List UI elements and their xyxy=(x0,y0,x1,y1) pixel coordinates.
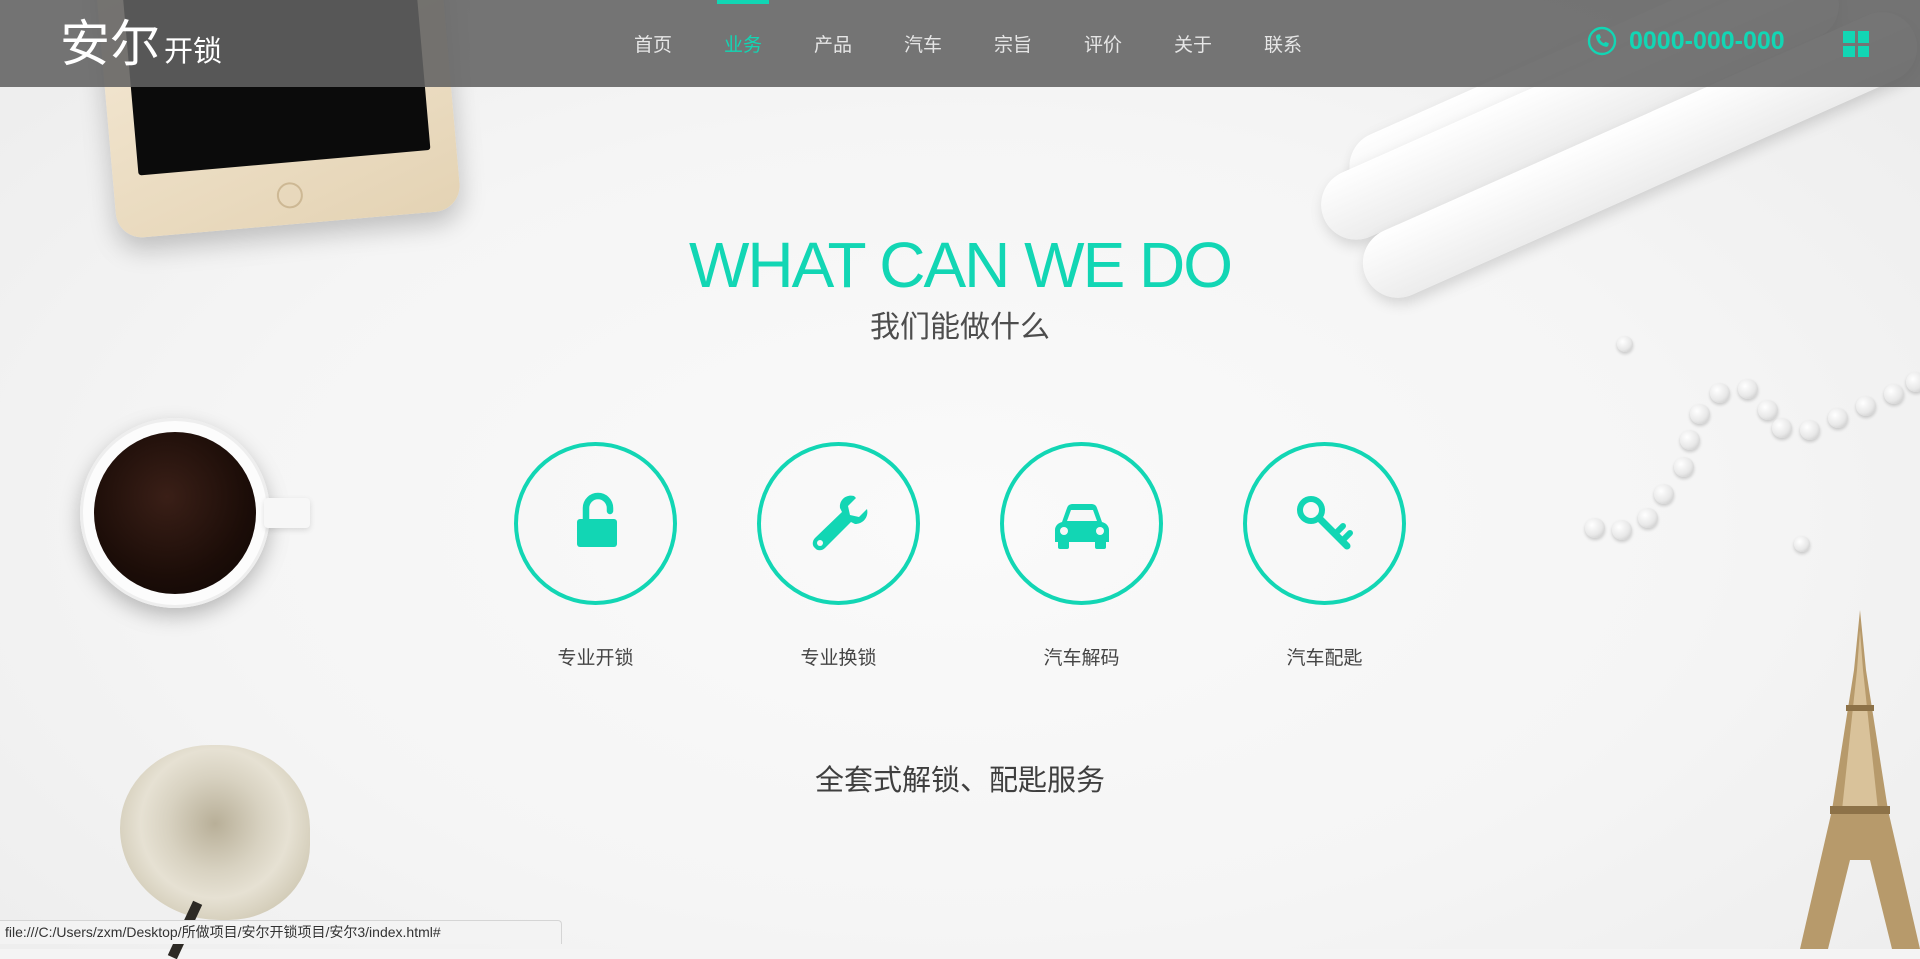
nav-item-label: 业务 xyxy=(723,34,762,56)
nav-item-products[interactable]: 产品 xyxy=(788,0,878,87)
service-icon-circle xyxy=(1000,442,1163,605)
nav-item-label: 首页 xyxy=(633,34,672,56)
services-tagline: 全套式解锁、配匙服务 xyxy=(814,763,1105,797)
nav-item-label: 产品 xyxy=(813,34,852,56)
nav-item-label: 汽车 xyxy=(903,34,942,56)
logo-brand-text: 安尔 xyxy=(60,15,160,73)
service-replace-lock[interactable]: 专业换锁 xyxy=(757,442,920,670)
nav-item-label: 联系 xyxy=(1263,34,1302,56)
pearl-decoration xyxy=(1906,372,1920,392)
nav-item-label: 宗旨 xyxy=(993,34,1032,56)
pearl-decoration xyxy=(1710,383,1730,403)
pearl-decoration xyxy=(1738,379,1758,399)
active-nav-indicator xyxy=(717,0,769,4)
service-icon-circle xyxy=(757,442,920,605)
grid-menu-icon[interactable] xyxy=(1843,31,1869,57)
service-label: 专业换锁 xyxy=(800,647,877,669)
service-label: 专业开锁 xyxy=(557,647,634,669)
pearl-decoration xyxy=(1828,408,1848,428)
phone-icon xyxy=(1587,26,1617,56)
section-title-cn: 我们能做什么 xyxy=(870,310,1050,345)
service-icon-circle xyxy=(1243,442,1406,605)
nav-item-reviews[interactable]: 评价 xyxy=(1058,0,1148,87)
pearl-decoration xyxy=(1884,384,1904,404)
service-icon-circle xyxy=(514,442,677,605)
unlock-icon xyxy=(576,492,617,547)
pearl-decoration xyxy=(1800,420,1820,440)
nav-item-about[interactable]: 关于 xyxy=(1148,0,1238,87)
site-logo[interactable]: 安尔 开锁 xyxy=(60,18,222,70)
pearl-decoration xyxy=(1690,404,1710,424)
service-car-decode[interactable]: 汽车解码 xyxy=(1000,442,1163,670)
logo-sub-text: 开锁 xyxy=(164,34,223,68)
key-icon xyxy=(1296,495,1353,549)
phone-number: 0000-000-000 xyxy=(1629,26,1785,55)
contact-phone[interactable]: 0000-000-000 xyxy=(1587,26,1785,56)
site-header: 安尔 开锁 首页 业务 产品 汽车 宗旨 评价 关于 联系 0000-000-0… xyxy=(0,0,1920,87)
car-icon xyxy=(1054,503,1109,549)
nav-item-mission[interactable]: 宗旨 xyxy=(968,0,1058,87)
nav-item-label: 关于 xyxy=(1173,34,1212,56)
pearl-decoration xyxy=(1772,418,1792,438)
services-list: 专业开锁 专业换锁 汽车解码 汽车配匙 xyxy=(0,442,1920,670)
nav-item-business[interactable]: 业务 xyxy=(698,0,788,87)
service-unlock[interactable]: 专业开锁 xyxy=(514,442,677,670)
main-nav: 首页 业务 产品 汽车 宗旨 评价 关于 联系 xyxy=(608,0,1328,87)
service-label: 汽车配匙 xyxy=(1286,647,1363,669)
wrench-icon xyxy=(812,495,867,550)
service-car-key[interactable]: 汽车配匙 xyxy=(1243,442,1406,670)
pearl-decoration xyxy=(1758,400,1778,420)
service-label: 汽车解码 xyxy=(1043,647,1120,669)
section-title-en: WHAT CAN WE DO xyxy=(688,229,1233,301)
nav-item-home[interactable]: 首页 xyxy=(608,0,698,87)
nav-item-contact[interactable]: 联系 xyxy=(1238,0,1328,87)
nav-item-cars[interactable]: 汽车 xyxy=(878,0,968,87)
nav-item-label: 评价 xyxy=(1083,34,1122,56)
pearl-decoration xyxy=(1856,396,1876,416)
browser-status-url: file:///C:/Users/zxm/Desktop/所做项目/安尔开锁项目… xyxy=(0,920,562,944)
